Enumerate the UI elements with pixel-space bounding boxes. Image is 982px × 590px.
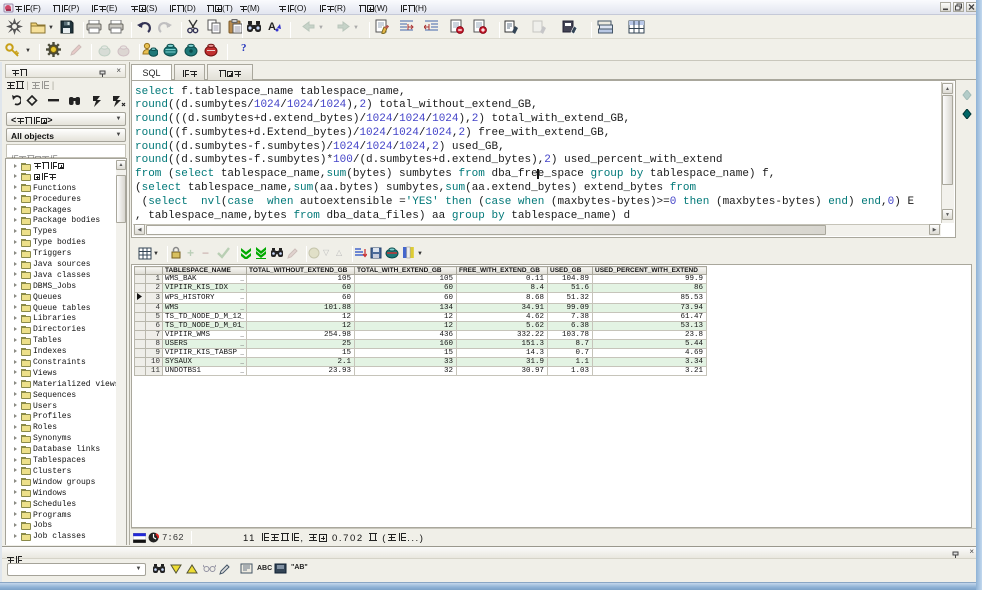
svg-text:A: A [268, 21, 276, 33]
